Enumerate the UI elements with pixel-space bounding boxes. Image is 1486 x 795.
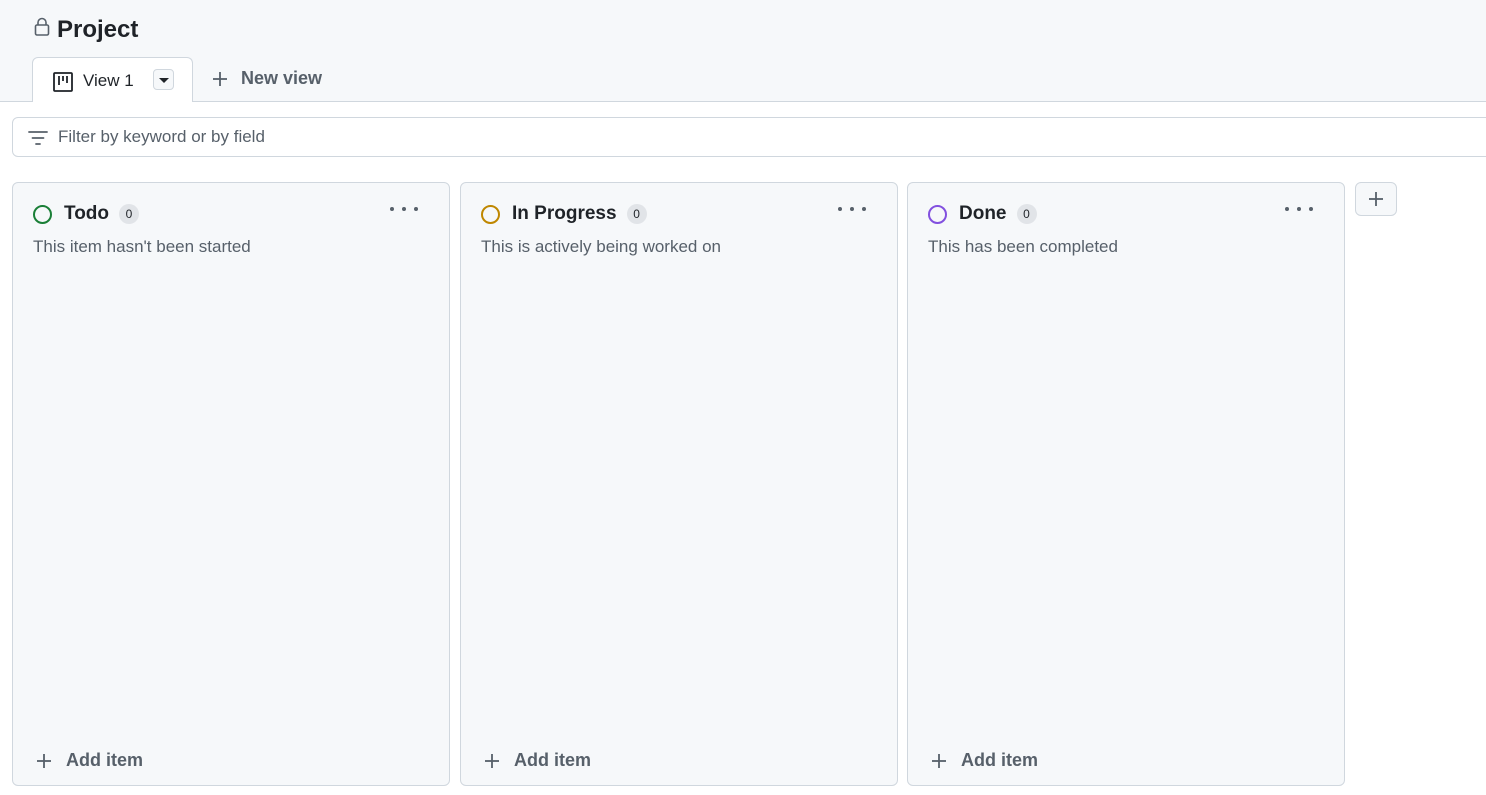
- item-count-badge: 0: [626, 204, 647, 224]
- item-count-badge: 0: [1016, 204, 1037, 224]
- plus-icon: [1369, 192, 1383, 206]
- more-icon-dot: [1285, 207, 1289, 211]
- new-view-label: New view: [241, 68, 323, 88]
- column-menu-button[interactable]: [838, 201, 866, 217]
- more-icon-dot: [414, 207, 418, 211]
- column-description: This item hasn't been started: [33, 237, 251, 256]
- more-icon-dot: [390, 207, 394, 211]
- column-header: Done 0: [928, 203, 1037, 225]
- column-header: Todo 0: [33, 203, 140, 225]
- column-done: Done 0 This has been completed Add item: [907, 182, 1345, 786]
- column-in-progress: In Progress 0 This is actively being wor…: [460, 182, 898, 786]
- add-item-label: Add item: [514, 750, 592, 770]
- more-icon-dot: [850, 207, 854, 211]
- column-todo: Todo 0 This item hasn't been started Add…: [12, 182, 450, 786]
- board-icon: [53, 72, 73, 92]
- add-item-button[interactable]: Add item: [930, 750, 1038, 771]
- more-icon-dot: [1297, 207, 1301, 211]
- filter-icon: [28, 131, 48, 145]
- new-view-button[interactable]: New view: [211, 68, 322, 89]
- filter-input[interactable]: [58, 118, 758, 156]
- more-icon-dot: [862, 207, 866, 211]
- filter-bar: [12, 117, 1486, 157]
- column-menu-button[interactable]: [1285, 201, 1313, 217]
- status-circle-icon: [33, 204, 52, 224]
- project-header: Project View 1 New view: [0, 0, 1486, 102]
- plus-icon: [932, 753, 946, 768]
- column-title: In Progress: [512, 203, 617, 224]
- more-icon-dot: [1309, 207, 1313, 211]
- lock-icon: [34, 17, 50, 36]
- column-title: Done: [959, 203, 1007, 224]
- add-item-button[interactable]: Add item: [35, 750, 143, 771]
- view-options-button[interactable]: [153, 69, 174, 90]
- column-title: Todo: [64, 203, 110, 224]
- column-description: This has been completed: [928, 237, 1118, 256]
- column-menu-button[interactable]: [390, 201, 418, 217]
- more-icon-dot: [402, 207, 406, 211]
- status-circle-icon: [481, 204, 500, 224]
- add-item-label: Add item: [961, 750, 1039, 770]
- add-item-label: Add item: [66, 750, 144, 770]
- plus-icon: [485, 753, 499, 768]
- plus-icon: [213, 71, 227, 86]
- more-icon-dot: [838, 207, 842, 211]
- column-description: This is actively being worked on: [481, 237, 722, 256]
- caret-down-icon: [158, 78, 169, 83]
- tab-view-1[interactable]: View 1: [32, 57, 193, 102]
- add-column-button[interactable]: [1355, 182, 1397, 216]
- tab-label: View 1: [83, 71, 134, 90]
- item-count-badge: 0: [119, 204, 140, 224]
- project-title-row: Project: [33, 14, 138, 46]
- add-item-button[interactable]: Add item: [483, 750, 591, 771]
- column-header: In Progress 0: [481, 203, 647, 225]
- page-title: Project: [57, 16, 139, 43]
- status-circle-icon: [928, 204, 947, 224]
- plus-icon: [37, 753, 51, 768]
